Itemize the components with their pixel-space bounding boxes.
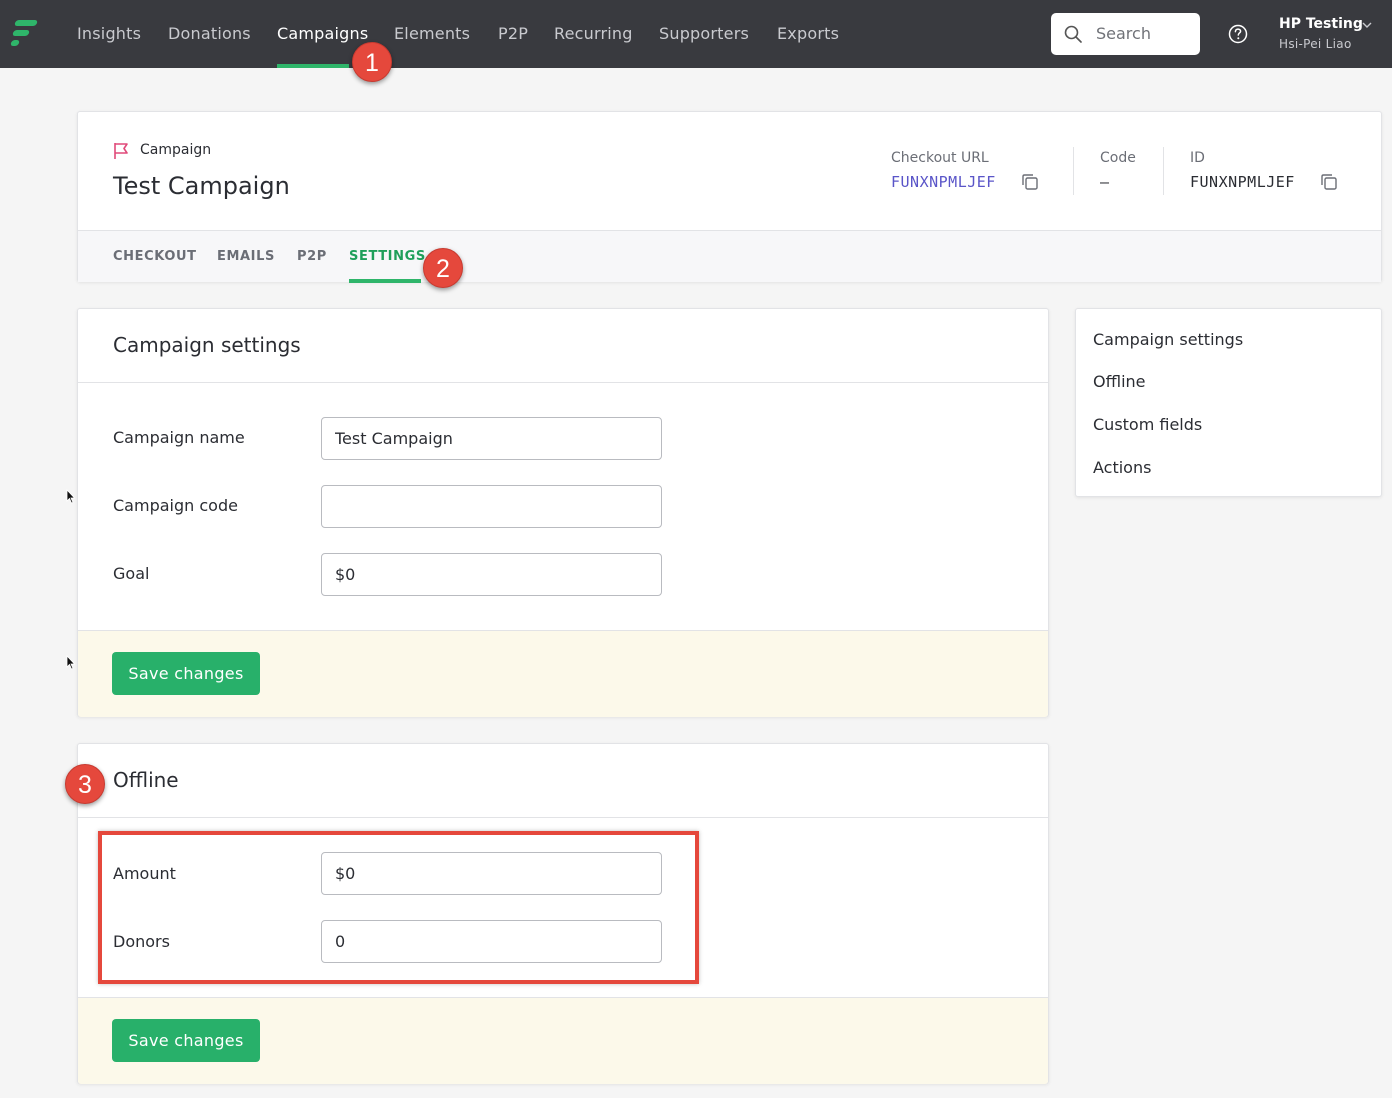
org-name[interactable]: HP Testing (1279, 16, 1363, 32)
goal-input[interactable] (321, 553, 662, 596)
step-badge-3: 3 (65, 764, 105, 804)
copy-icon[interactable] (1320, 173, 1338, 191)
form-footer: Save changes (78, 997, 1048, 1084)
nav-exports[interactable]: Exports (777, 0, 839, 68)
active-nav-indicator (277, 64, 349, 68)
help-icon[interactable] (1228, 24, 1248, 44)
side-nav-custom-fields[interactable]: Custom fields (1093, 415, 1202, 434)
annotation-highlight-box (98, 831, 699, 984)
checkout-url-link[interactable]: FUNXNPMLJEF (891, 173, 996, 191)
campaign-name-label: Campaign name (113, 428, 245, 447)
active-tab-indicator (349, 279, 421, 283)
nav-supporters[interactable]: Supporters (659, 0, 749, 68)
form-footer: Save changes (78, 630, 1048, 717)
search-placeholder[interactable]: Search (1096, 24, 1151, 43)
side-nav-campaign-settings[interactable]: Campaign settings (1093, 330, 1243, 349)
campaign-header-card: Campaign Test Campaign Checkout URL FUNX… (77, 111, 1382, 283)
step-badge-1: 1 (352, 42, 392, 82)
tab-p2p[interactable]: P2P (297, 249, 327, 264)
section-divider (78, 382, 1048, 383)
section-title-offline: Offline (113, 768, 179, 792)
save-changes-button[interactable]: Save changes (112, 1019, 260, 1062)
page-title: Test Campaign (113, 172, 290, 200)
mouse-cursor-icon (66, 655, 76, 670)
search-box[interactable]: Search (1051, 13, 1200, 55)
nav-insights[interactable]: Insights (77, 0, 141, 68)
user-name: Hsi-Pei Liao (1279, 37, 1352, 51)
side-nav-offline[interactable]: Offline (1093, 372, 1146, 391)
chevron-down-icon[interactable] (1361, 19, 1373, 31)
flag-icon (114, 143, 128, 159)
section-title-campaign-settings: Campaign settings (113, 333, 301, 357)
campaign-settings-card: Campaign settings Campaign name Campaign… (77, 308, 1049, 717)
top-navigation-bar: Insights Donations Campaigns Elements P2… (0, 0, 1392, 68)
copy-icon[interactable] (1021, 173, 1039, 191)
meta-divider (1073, 147, 1074, 195)
campaign-code-input[interactable] (321, 485, 662, 528)
section-divider (78, 817, 1048, 818)
campaign-tabs: CHECKOUT EMAILS P2P SETTINGS (78, 230, 1381, 283)
tab-emails[interactable]: EMAILS (217, 249, 275, 264)
campaign-kind-label: Campaign (140, 142, 212, 158)
id-value: FUNXNPMLJEF (1190, 173, 1295, 191)
code-value: — (1100, 173, 1110, 191)
step-badge-2: 2 (423, 248, 463, 288)
id-label: ID (1190, 150, 1205, 166)
nav-elements[interactable]: Elements (394, 0, 470, 68)
nav-p2p[interactable]: P2P (498, 0, 528, 68)
save-changes-button[interactable]: Save changes (112, 652, 260, 695)
goal-label: Goal (113, 564, 150, 583)
app-logo[interactable] (10, 20, 38, 48)
mouse-cursor-icon (66, 489, 76, 504)
side-nav-actions[interactable]: Actions (1093, 458, 1151, 477)
meta-divider (1163, 147, 1164, 195)
tab-settings[interactable]: SETTINGS (349, 249, 426, 264)
tab-checkout[interactable]: CHECKOUT (113, 249, 197, 264)
search-icon (1064, 25, 1082, 43)
campaign-code-label: Campaign code (113, 496, 238, 515)
campaign-name-input[interactable] (321, 417, 662, 460)
settings-side-nav: Campaign settings Offline Custom fields … (1075, 308, 1382, 497)
code-label: Code (1100, 150, 1136, 166)
nav-recurring[interactable]: Recurring (554, 0, 633, 68)
nav-donations[interactable]: Donations (168, 0, 251, 68)
checkout-url-label: Checkout URL (891, 150, 989, 166)
